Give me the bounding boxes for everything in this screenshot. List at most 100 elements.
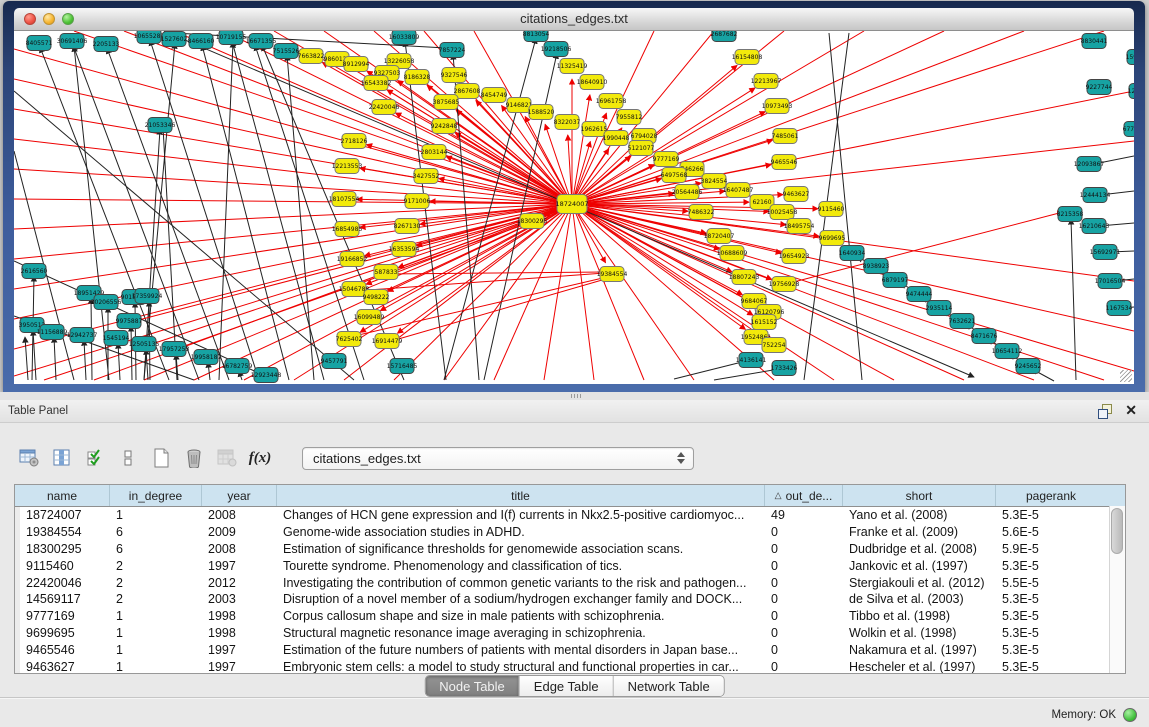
- cell-title[interactable]: Changes of HCN gene expression and I(f) …: [277, 508, 765, 522]
- row-height-icon[interactable]: [115, 445, 141, 471]
- cell-title[interactable]: Disruption of a novel member of a sodium…: [277, 592, 765, 606]
- cell-pagerank[interactable]: 5.5E-5: [996, 576, 1106, 590]
- table-row[interactable]: 969969511998Structural magnetic resonanc…: [20, 625, 1125, 642]
- cell-pagerank[interactable]: 5.3E-5: [996, 626, 1106, 640]
- cell-short[interactable]: Yano et al. (2008): [843, 508, 996, 522]
- panel-divider[interactable]: [0, 392, 1149, 400]
- cell-in_degree[interactable]: 2: [110, 559, 202, 573]
- cell-in_degree[interactable]: 1: [110, 609, 202, 623]
- cell-in_degree[interactable]: 1: [110, 643, 202, 657]
- cell-year[interactable]: 2008: [202, 542, 277, 556]
- cell-out_de[interactable]: 0: [765, 525, 843, 539]
- cell-name[interactable]: 22420046: [20, 576, 110, 590]
- tab-node-table[interactable]: Node Table: [425, 676, 520, 696]
- cell-short[interactable]: Tibbo et al. (1998): [843, 609, 996, 623]
- column-header-pagerank[interactable]: pagerank: [996, 485, 1106, 506]
- cell-title[interactable]: Genome-wide association studies in ADHD.: [277, 525, 765, 539]
- cell-pagerank[interactable]: 5.3E-5: [996, 592, 1106, 606]
- cell-short[interactable]: Dudbridge et al. (2008): [843, 542, 996, 556]
- network-window-titlebar[interactable]: citations_edges.txt: [14, 8, 1134, 31]
- scrollbar-thumb[interactable]: [1111, 508, 1123, 554]
- column-header-name[interactable]: name: [15, 485, 110, 506]
- cell-out_de[interactable]: 0: [765, 542, 843, 556]
- cell-year[interactable]: 1997: [202, 559, 277, 573]
- cell-pagerank[interactable]: 5.9E-5: [996, 542, 1106, 556]
- cell-name[interactable]: 18724007: [20, 508, 110, 522]
- network-canvas[interactable]: 1322605893275038186328932754628676083875…: [14, 31, 1134, 384]
- cell-short[interactable]: de Silva et al. (2003): [843, 592, 996, 606]
- cell-year[interactable]: 2003: [202, 592, 277, 606]
- cell-year[interactable]: 1997: [202, 643, 277, 657]
- cell-pagerank[interactable]: 5.3E-5: [996, 660, 1106, 673]
- column-header-in_degree[interactable]: in_degree: [110, 485, 202, 506]
- delete-column-icon[interactable]: [181, 445, 207, 471]
- cell-short[interactable]: Nakamura et al. (1997): [843, 643, 996, 657]
- float-panel-icon[interactable]: [1098, 404, 1111, 417]
- table-row[interactable]: 1938455462009Genome-wide association stu…: [20, 524, 1125, 541]
- cell-pagerank[interactable]: 5.3E-5: [996, 643, 1106, 657]
- divider-handle-icon[interactable]: [571, 394, 581, 398]
- cell-pagerank[interactable]: 5.6E-5: [996, 525, 1106, 539]
- cell-year[interactable]: 1997: [202, 660, 277, 673]
- table-row[interactable]: 946554611997Estimation of the future num…: [20, 641, 1125, 658]
- cell-out_de[interactable]: 0: [765, 609, 843, 623]
- cell-short[interactable]: Stergiakouli et al. (2012): [843, 576, 996, 590]
- cell-title[interactable]: Estimation of significance thresholds fo…: [277, 542, 765, 556]
- cell-name[interactable]: 9463627: [20, 660, 110, 673]
- cell-year[interactable]: 2009: [202, 525, 277, 539]
- cell-name[interactable]: 9465546: [20, 643, 110, 657]
- cell-in_degree[interactable]: 1: [110, 660, 202, 673]
- cell-short[interactable]: Jankovic et al. (1997): [843, 559, 996, 573]
- cell-in_degree[interactable]: 2: [110, 592, 202, 606]
- cell-title[interactable]: Tourette syndrome. Phenomenology and cla…: [277, 559, 765, 573]
- window-zoom-button[interactable]: [62, 13, 74, 25]
- table-row[interactable]: 1872400712008Changes of HCN gene express…: [20, 507, 1125, 524]
- cell-name[interactable]: 19384554: [20, 525, 110, 539]
- table-scrollbar[interactable]: [1109, 506, 1125, 673]
- cell-out_de[interactable]: 0: [765, 592, 843, 606]
- cell-name[interactable]: 9115460: [20, 559, 110, 573]
- cell-year[interactable]: 2008: [202, 508, 277, 522]
- column-visibility-icon[interactable]: [49, 445, 75, 471]
- memory-status-icon[interactable]: [1123, 708, 1137, 722]
- cell-in_degree[interactable]: 1: [110, 626, 202, 640]
- cell-year[interactable]: 2012: [202, 576, 277, 590]
- cell-short[interactable]: Franke et al. (2009): [843, 525, 996, 539]
- table-mode-icon[interactable]: [16, 445, 42, 471]
- column-header-out_de[interactable]: △out_de...: [765, 485, 843, 506]
- tab-edge-table[interactable]: Edge Table: [520, 676, 614, 696]
- table-row[interactable]: 911546021997Tourette syndrome. Phenomeno…: [20, 557, 1125, 574]
- table-row[interactable]: 977716911998Corpus callosum shape and si…: [20, 608, 1125, 625]
- cell-short[interactable]: Hescheler et al. (1997): [843, 660, 996, 673]
- cell-title[interactable]: Embryonic stem cells: a model to study s…: [277, 660, 765, 673]
- cell-in_degree[interactable]: 6: [110, 525, 202, 539]
- column-header-short[interactable]: short: [843, 485, 996, 506]
- table-row[interactable]: 1830029562008Estimation of significance …: [20, 541, 1125, 558]
- cell-title[interactable]: Investigating the contribution of common…: [277, 576, 765, 590]
- tab-network-table[interactable]: Network Table: [614, 676, 724, 696]
- resize-grip-icon[interactable]: [1120, 370, 1132, 382]
- column-header-title[interactable]: title: [277, 485, 765, 506]
- table-row[interactable]: 1456911722003Disruption of a novel membe…: [20, 591, 1125, 608]
- close-panel-icon[interactable]: ✕: [1125, 403, 1137, 417]
- cell-year[interactable]: 1998: [202, 609, 277, 623]
- table-row[interactable]: 2242004622012Investigating the contribut…: [20, 574, 1125, 591]
- cell-pagerank[interactable]: 5.3E-5: [996, 609, 1106, 623]
- window-minimize-button[interactable]: [43, 13, 55, 25]
- network-graph[interactable]: 1322605893275038186328932754628676083875…: [14, 31, 1134, 384]
- cell-out_de[interactable]: 0: [765, 626, 843, 640]
- cell-pagerank[interactable]: 5.3E-5: [996, 508, 1106, 522]
- table-selector-dropdown[interactable]: citations_edges.txt: [302, 447, 694, 470]
- cell-name[interactable]: 18300295: [20, 542, 110, 556]
- select-columns-icon[interactable]: [82, 445, 108, 471]
- table-row[interactable]: 946362711997Embryonic stem cells: a mode…: [20, 658, 1125, 673]
- cell-in_degree[interactable]: 2: [110, 576, 202, 590]
- cell-out_de[interactable]: 0: [765, 660, 843, 673]
- cell-name[interactable]: 9777169: [20, 609, 110, 623]
- cell-out_de[interactable]: 49: [765, 508, 843, 522]
- create-column-icon[interactable]: [148, 445, 174, 471]
- cell-short[interactable]: Wolkin et al. (1998): [843, 626, 996, 640]
- cell-in_degree[interactable]: 1: [110, 508, 202, 522]
- cell-out_de[interactable]: 0: [765, 576, 843, 590]
- cell-name[interactable]: 14569117: [20, 592, 110, 606]
